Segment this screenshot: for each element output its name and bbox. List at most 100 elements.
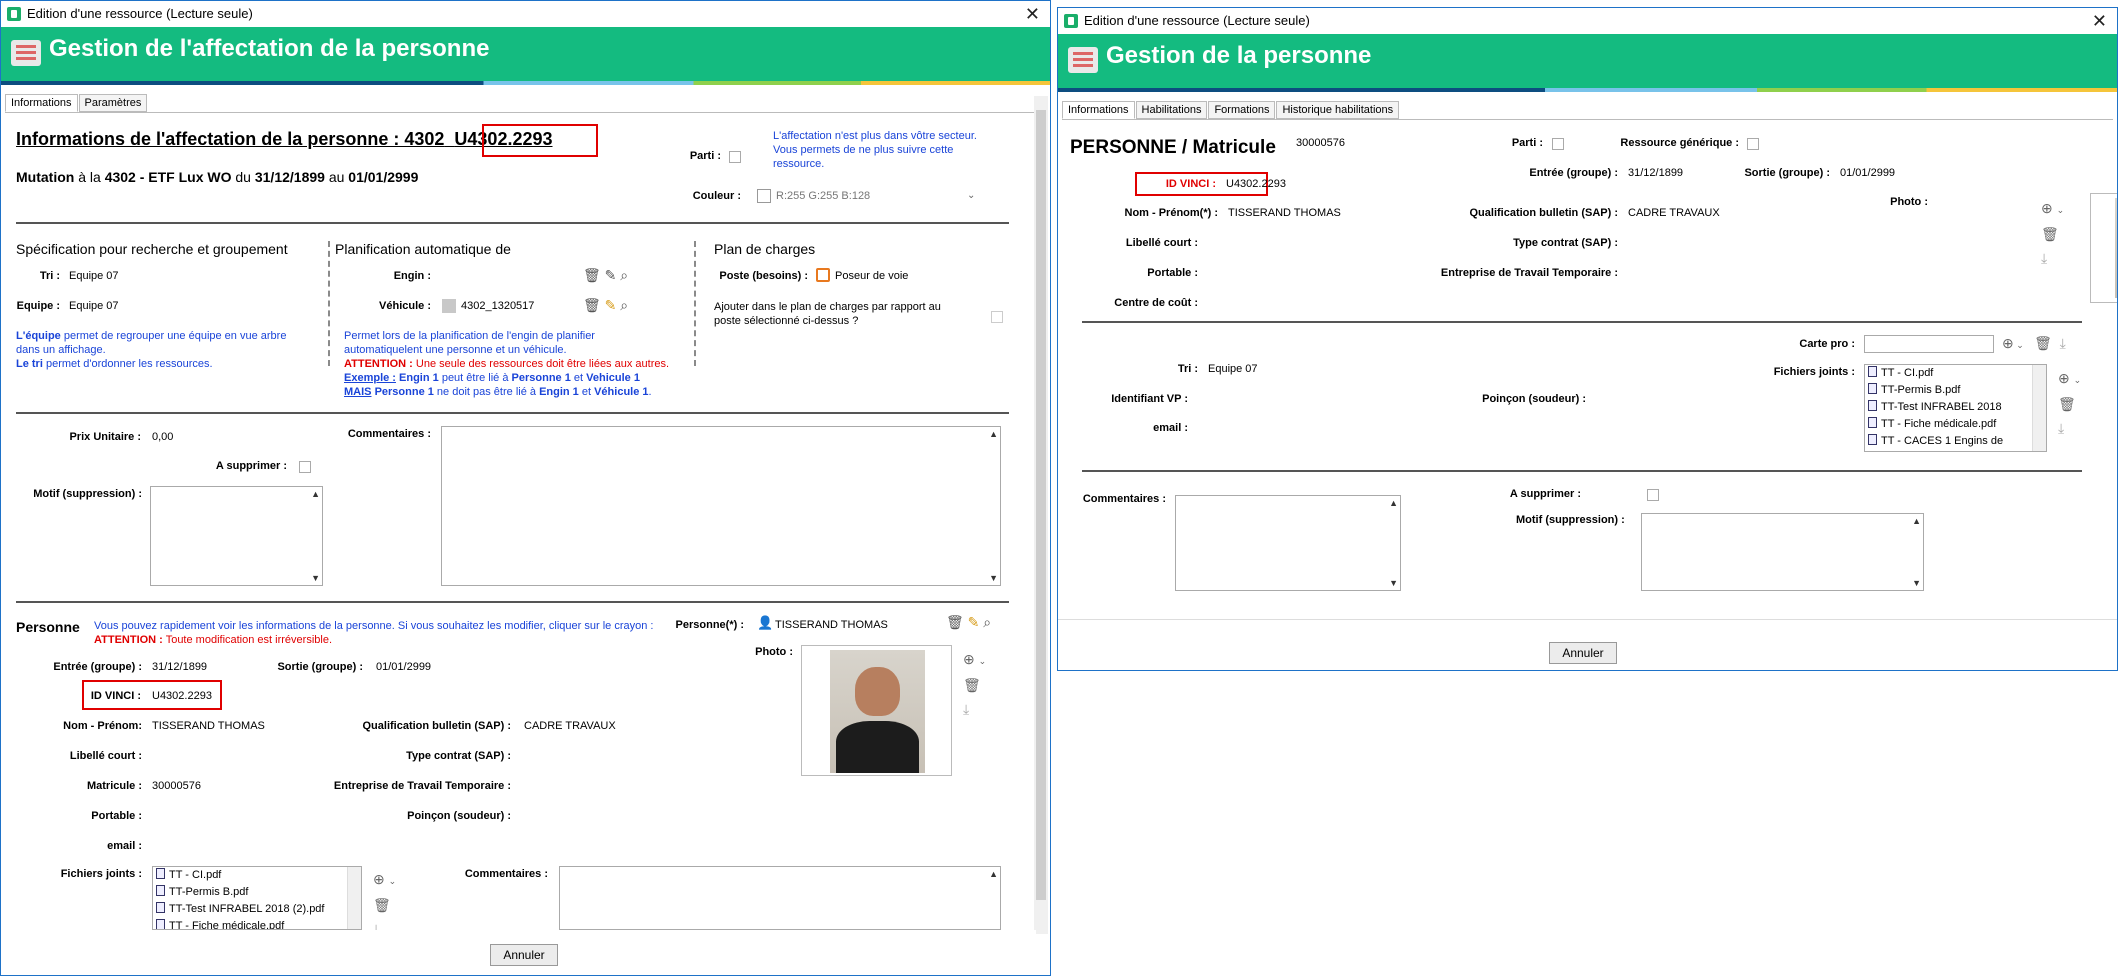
tab-divider <box>5 112 1046 113</box>
generique-checkbox[interactable] <box>1747 138 1759 150</box>
chevron-down-icon[interactable]: ⌄ <box>967 190 975 201</box>
supprimer-checkbox[interactable] <box>299 461 311 473</box>
window-affectation: Edition d'une ressource (Lecture seule) … <box>0 0 1051 976</box>
note-text: et <box>578 386 595 398</box>
vertical-scrollbar[interactable] <box>1034 96 1048 934</box>
list-item[interactable]: TT - Fiche médicale.pdf <box>1865 416 2046 433</box>
matricule-value: 30000576 <box>1296 137 1345 149</box>
download-icon[interactable]: ⤓ <box>963 697 986 721</box>
vehicle-icon <box>442 299 456 313</box>
trash-icon[interactable]: 🗑 <box>2041 222 2064 246</box>
scroll-down-icon[interactable]: ▼ <box>1389 578 1398 588</box>
list-item[interactable]: TT-Test INFRABEL 2018 <box>1865 399 2046 416</box>
pencil-icon[interactable]: ✎ <box>605 267 617 283</box>
commentaires2-textarea[interactable]: ▲ <box>559 866 1001 930</box>
add-icon[interactable]: ⊕ ⌄ <box>373 867 396 893</box>
list-item[interactable]: TT-Permis B.pdf <box>1865 382 2046 399</box>
fichiers-list[interactable]: TT - CI.pdf TT-Permis B.pdf TT-Test INFR… <box>152 866 362 930</box>
annuler-button[interactable]: Annuler <box>490 944 558 966</box>
add-icon[interactable]: ⊕ ⌄ <box>2041 196 2064 222</box>
commentaires-textarea[interactable]: ▲ ▼ <box>441 426 1001 586</box>
note-bold: L'équipe <box>16 330 61 342</box>
file-name: TT-Test INFRABEL 2018 <box>1881 401 2002 413</box>
motif-textarea[interactable]: ▲ ▼ <box>150 486 323 586</box>
list-item[interactable]: TT - Fiche médicale.pdf <box>153 918 361 929</box>
carte-input[interactable] <box>1864 335 1994 353</box>
scroll-down-icon[interactable]: ▼ <box>989 573 998 583</box>
window-title: Edition d'une ressource (Lecture seule) <box>27 6 253 21</box>
note-text: permet d'ordonner les ressources. <box>42 358 213 370</box>
entree-value: 31/12/1899 <box>1628 167 1684 179</box>
download-icon[interactable]: ⤓ <box>2041 246 2064 270</box>
tab-formations[interactable]: Formations <box>1208 101 1276 119</box>
note-line: Vous permets de ne plus suivre cette <box>773 144 954 156</box>
search-icon[interactable]: ⌕ <box>620 267 628 283</box>
close-icon[interactable]: ✕ <box>2092 8 2107 34</box>
note-bold: Engin 1 <box>399 372 439 384</box>
tab-informations[interactable]: Informations <box>1062 101 1135 119</box>
note-text: peut être lié à <box>438 372 512 384</box>
scroll-down-icon[interactable]: ▼ <box>311 573 320 583</box>
motif-textarea[interactable]: ▲ ▼ <box>1641 513 1924 591</box>
trash-icon[interactable]: 🗑 <box>2058 392 2081 416</box>
trash-icon[interactable]: 🗑 <box>583 297 601 313</box>
scrollbar-thumb[interactable] <box>1036 110 1046 900</box>
trash-icon[interactable]: 🗑 <box>946 614 964 630</box>
download-icon[interactable]: ⤓ <box>2058 416 2081 440</box>
page-title: Gestion de la personne <box>1106 42 1372 69</box>
ajouter-checkbox[interactable] <box>991 311 1003 323</box>
add-icon[interactable]: ⊕ <box>2002 335 2014 351</box>
add-icon[interactable]: ⊕ ⌄ <box>963 647 986 673</box>
divider <box>16 601 1009 603</box>
list-item[interactable]: TT - CI.pdf <box>153 867 361 884</box>
scroll-up-icon[interactable]: ▲ <box>311 489 320 499</box>
tab-habilitations[interactable]: Habilitations <box>1135 101 1208 119</box>
fichiers-list[interactable]: TT - CI.pdf TT-Permis B.pdf TT-Test INFR… <box>1864 364 2047 452</box>
scroll-down-icon[interactable]: ▼ <box>1912 578 1921 588</box>
pencil-icon[interactable]: ✎ <box>605 297 617 313</box>
qualif-value: CADRE TRAVAUX <box>1628 207 1720 219</box>
list-item[interactable]: TT-Permis B.pdf <box>153 884 361 901</box>
add-icon[interactable]: ⊕ ⌄ <box>2058 366 2081 392</box>
motif-label: Motif (suppression) : <box>33 488 142 500</box>
download-icon[interactable]: ⤓ <box>2060 335 2066 351</box>
close-icon[interactable]: ✕ <box>1025 1 1040 27</box>
search-icon[interactable]: ⌕ <box>620 297 628 313</box>
parti-checkbox[interactable] <box>1552 138 1564 150</box>
search-icon[interactable]: ⌕ <box>983 614 991 630</box>
ajouter-note: Ajouter dans le plan de charges par rapp… <box>714 300 941 328</box>
photo-label: Photo : <box>1890 196 1928 208</box>
commentaires-textarea[interactable]: ▲ ▼ <box>1175 495 1401 591</box>
trash-icon[interactable]: 🗑 <box>2034 335 2052 351</box>
list-scrollbar[interactable] <box>2032 365 2046 451</box>
supprimer-checkbox[interactable] <box>1647 489 1659 501</box>
list-item[interactable]: TT - CI.pdf <box>1865 365 2046 382</box>
photo-frame <box>2090 193 2117 303</box>
file-name: TT-Permis B.pdf <box>169 886 249 898</box>
scroll-up-icon[interactable]: ▲ <box>1912 516 1921 526</box>
header-banner: Gestion de la personne <box>1058 34 2117 88</box>
scroll-up-icon[interactable]: ▲ <box>989 429 998 439</box>
tab-informations[interactable]: Informations <box>5 94 78 112</box>
portable-label: Portable : <box>91 810 142 822</box>
trash-icon[interactable]: 🗑 <box>583 267 601 283</box>
color-swatch[interactable] <box>757 189 771 203</box>
list-item[interactable]: TT - CACES 1 Engins de <box>1865 433 2046 450</box>
carte-actions: ⊕ ⌄ 🗑 ⤓ <box>2002 335 2066 351</box>
scroll-up-icon[interactable]: ▲ <box>1389 498 1398 508</box>
pencil-icon[interactable]: ✎ <box>968 614 980 630</box>
annuler-button[interactable]: Annuler <box>1549 642 1617 664</box>
trash-icon[interactable]: 🗑 <box>963 673 986 697</box>
sortie-label: Sortie (groupe) : <box>277 661 363 673</box>
tab-historique-habilitations[interactable]: Historique habilitations <box>1276 101 1400 119</box>
generique-label: Ressource générique : <box>1620 137 1739 149</box>
personne-note: Vous pouvez rapidement voir les informat… <box>94 619 653 647</box>
trash-icon[interactable]: 🗑 <box>373 893 396 917</box>
equipe-label: Equipe : <box>16 300 60 312</box>
tab-parametres[interactable]: Paramètres <box>78 94 148 112</box>
pdf-file-icon <box>156 919 165 929</box>
list-scrollbar[interactable] <box>347 867 361 929</box>
list-item[interactable]: TT-Test INFRABEL 2018 (2).pdf <box>153 901 361 918</box>
scroll-up-icon[interactable]: ▲ <box>989 869 998 879</box>
parti-checkbox[interactable] <box>729 151 741 163</box>
